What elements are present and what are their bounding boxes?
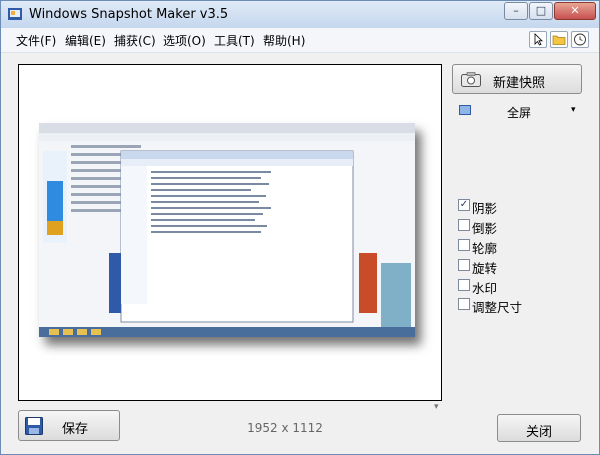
- option-label: 倒影: [472, 221, 498, 236]
- option-label: 水印: [472, 281, 498, 296]
- close-label: 关闭: [525, 425, 552, 440]
- menu-edit[interactable]: 编辑(E): [65, 32, 106, 49]
- chevron-down-icon: ▾: [571, 105, 576, 115]
- capture-mode-select[interactable]: 全屏 ▾: [457, 103, 582, 121]
- new-snapshot-button[interactable]: 新建快照: [452, 64, 582, 94]
- option-label: 调整尺寸: [472, 300, 523, 315]
- clock-icon[interactable]: [571, 31, 589, 48]
- option-label: 轮廓: [472, 241, 498, 256]
- reflection-checkbox[interactable]: [458, 219, 470, 231]
- menu-help[interactable]: 帮助(H): [263, 32, 305, 49]
- rotate-checkbox[interactable]: [458, 259, 470, 271]
- watermark-checkbox[interactable]: [458, 279, 470, 291]
- shadow-checkbox[interactable]: ✓: [458, 199, 470, 211]
- outline-checkbox[interactable]: [458, 239, 470, 251]
- menu-capture[interactable]: 捕获(C): [114, 32, 156, 49]
- captured-screenshot-image: [39, 123, 415, 337]
- minimize-button[interactable]: –: [504, 2, 528, 20]
- menu-tools[interactable]: 工具(T): [214, 32, 255, 49]
- close-window-button[interactable]: ✕: [554, 2, 596, 20]
- menu-bar: 文件(F) 编辑(E) 捕获(C) 选项(O) 工具(T) 帮助(H): [1, 28, 599, 53]
- menu-options[interactable]: 选项(O): [163, 32, 206, 49]
- image-dimensions: 1952 x 1112: [247, 421, 323, 435]
- option-label: 旋转: [472, 261, 498, 276]
- maximize-button[interactable]: □: [529, 2, 553, 20]
- option-label: 阴影: [472, 201, 498, 216]
- cursor-icon[interactable]: [529, 31, 547, 48]
- title-bar: Windows Snapshot Maker v3.5 – □ ✕: [1, 1, 599, 28]
- capture-mode-value: 全屏: [507, 106, 532, 120]
- menu-file[interactable]: 文件(F): [16, 32, 56, 49]
- save-button[interactable]: 保存: [18, 410, 120, 441]
- fullscreen-icon: [459, 105, 471, 115]
- preview-canvas[interactable]: [18, 64, 442, 401]
- window-title: Windows Snapshot Maker v3.5: [29, 7, 229, 22]
- camera-icon: [461, 72, 481, 87]
- resize-handle-icon[interactable]: ▾: [434, 402, 439, 412]
- folder-icon[interactable]: [550, 31, 568, 48]
- resize-checkbox[interactable]: [458, 298, 470, 310]
- app-window: Windows Snapshot Maker v3.5 – □ ✕ 文件(F) …: [0, 0, 600, 455]
- save-disk-icon: [25, 417, 43, 435]
- save-label: 保存: [62, 422, 89, 437]
- close-button[interactable]: 关闭: [497, 414, 581, 442]
- new-snapshot-label: 新建快照: [493, 76, 546, 91]
- app-icon: [8, 8, 22, 20]
